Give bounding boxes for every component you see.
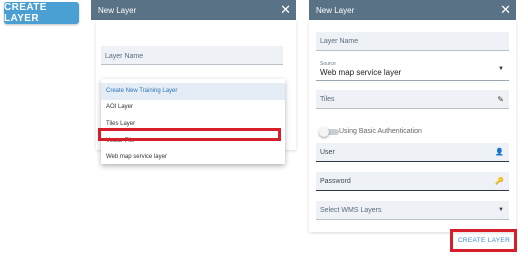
password-input[interactable]: Password 🔑 [316, 172, 509, 191]
highlight-box [98, 128, 281, 141]
dropdown-item-aoi-layer[interactable]: AOI Layer [101, 99, 285, 116]
tiles-placeholder: Tiles [320, 96, 335, 103]
edit-icon: ✎ [497, 95, 504, 104]
source-value: Web map service layer [320, 68, 402, 77]
dialog-header: New Layer ✕ [91, 0, 296, 20]
dialog-title: New Layer [98, 5, 137, 15]
tiles-input[interactable]: Tiles ✎ [316, 90, 509, 109]
dropdown-item-create-training-layer[interactable]: Create New Training Layer [101, 83, 285, 100]
wms-placeholder: Select WMS Layers [320, 207, 382, 214]
chevron-down-icon: ▼ [498, 207, 504, 213]
dropdown-item-web-map-service-layer[interactable]: Web map service layer [101, 149, 285, 166]
close-icon[interactable]: ✕ [500, 1, 511, 19]
new-layer-dialog-wms-form: New Layer ✕ Layer Name Source Web map se… [309, 0, 516, 232]
key-icon: 🔑 [495, 178, 504, 185]
user-placeholder: User [320, 149, 335, 156]
layer-name-input[interactable]: Layer Name [101, 46, 283, 65]
highlight-box [450, 229, 517, 252]
basic-auth-label: Using Basic Authentication [339, 128, 422, 135]
chevron-down-icon: ▼ [498, 66, 504, 72]
source-dropdown-menu: Create New Training Layer AOI Layer Tile… [101, 79, 285, 164]
wms-layers-select[interactable]: Select WMS Layers ▼ [316, 201, 509, 220]
dialog-header: New Layer ✕ [309, 0, 516, 20]
user-input[interactable]: User 👤 [316, 143, 509, 162]
user-icon: 👤 [495, 149, 504, 156]
basic-auth-toggle[interactable] [319, 127, 341, 137]
create-layer-button[interactable]: CREATE LAYER [4, 2, 79, 24]
dialog-title: New Layer [316, 5, 355, 15]
source-select[interactable]: Source Web map service layer ▼ [316, 58, 509, 81]
source-label: Source [320, 61, 336, 67]
password-placeholder: Password [320, 178, 351, 185]
toggle-knob [319, 127, 329, 137]
layer-name-input[interactable]: Layer Name [316, 32, 509, 51]
close-icon[interactable]: ✕ [280, 1, 291, 19]
